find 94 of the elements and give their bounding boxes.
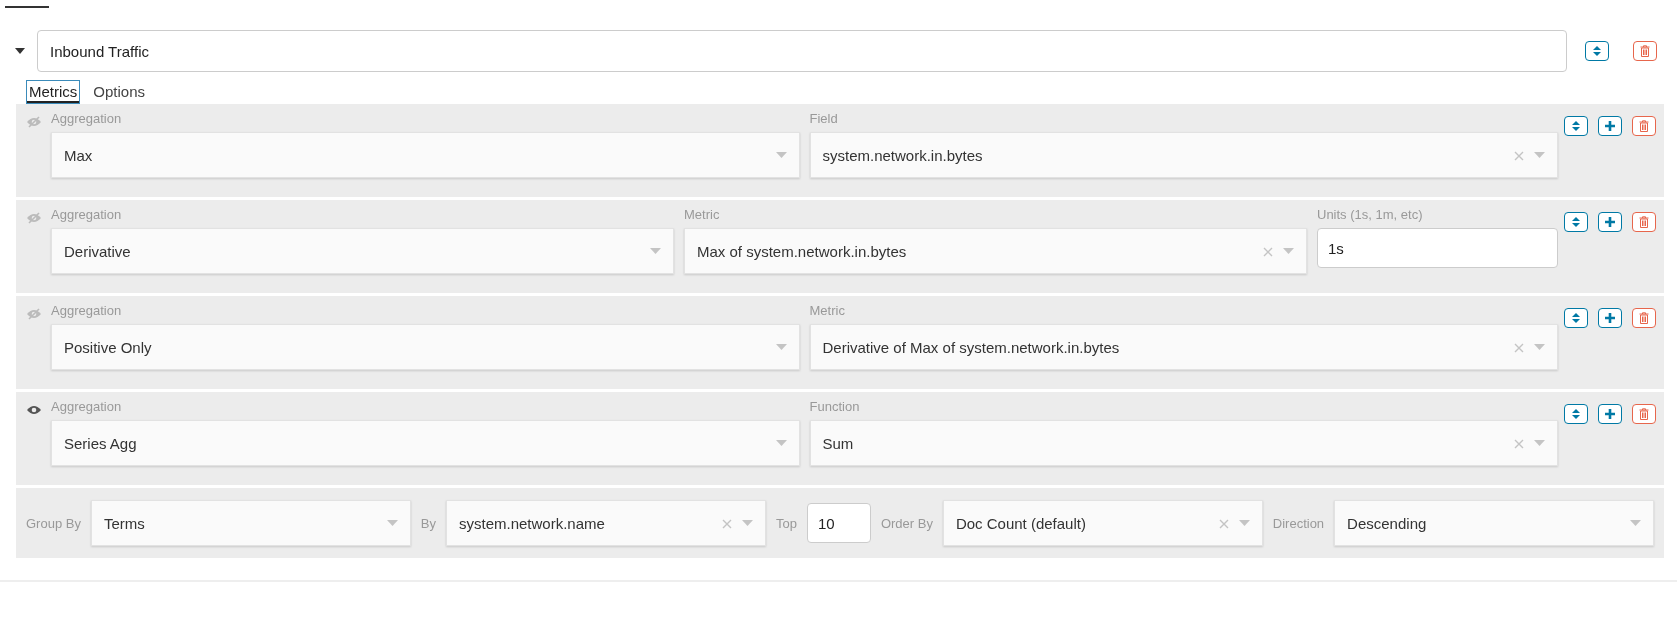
field-label: Aggregation xyxy=(51,208,123,224)
text-input[interactable]: 10 xyxy=(806,503,871,543)
plus-icon xyxy=(1604,120,1616,132)
caret-down-icon[interactable] xyxy=(650,248,661,254)
select-field[interactable]: Positive Only xyxy=(51,324,800,370)
clear-icon[interactable] xyxy=(1263,247,1273,257)
clear-icon[interactable] xyxy=(1218,519,1229,529)
caret-down-icon[interactable] xyxy=(1283,248,1294,254)
add-button[interactable] xyxy=(1598,308,1622,328)
collapse-caret-icon[interactable] xyxy=(15,48,25,54)
field-label: Function xyxy=(809,400,861,416)
delete-button[interactable] xyxy=(1632,116,1656,136)
clear-icon[interactable] xyxy=(1514,151,1524,161)
select-value: Series Agg xyxy=(64,434,138,452)
select-value: Derivative xyxy=(64,242,132,260)
caret-down-icon[interactable] xyxy=(1534,440,1545,446)
reorder-button[interactable] xyxy=(1585,41,1609,61)
trash-icon xyxy=(1640,45,1650,57)
add-button[interactable] xyxy=(1598,116,1622,136)
eye-slash-icon[interactable] xyxy=(26,116,42,128)
select-field[interactable]: Derivative xyxy=(51,228,674,274)
reorder-button[interactable] xyxy=(1564,308,1588,328)
select-field[interactable]: Descending xyxy=(1334,500,1654,546)
caret-down-icon[interactable] xyxy=(1534,344,1545,350)
delete-button[interactable] xyxy=(1632,308,1656,328)
text-input[interactable]: 1s xyxy=(1317,228,1558,268)
field-label: Aggregation xyxy=(51,304,123,320)
clear-icon[interactable] xyxy=(721,519,732,529)
tab[interactable]: Options xyxy=(90,80,149,104)
add-button[interactable] xyxy=(1598,404,1622,424)
field-label: Metric xyxy=(684,208,721,224)
sort-icon xyxy=(1571,120,1581,132)
delete-button[interactable] xyxy=(1633,41,1657,61)
select-field[interactable]: Doc Count (default) xyxy=(942,500,1263,546)
select-field[interactable]: Series Agg xyxy=(51,420,800,466)
reorder-button[interactable] xyxy=(1564,404,1588,424)
select-field[interactable]: Max of system.network.in.bytes xyxy=(684,228,1307,274)
caret-down-icon[interactable] xyxy=(775,440,787,446)
select-field[interactable]: system.network.name xyxy=(446,500,766,546)
select-value: Positive Only xyxy=(64,338,153,356)
tab[interactable]: Metrics xyxy=(26,80,81,104)
plus-icon xyxy=(1604,312,1616,324)
reorder-button[interactable] xyxy=(1564,116,1588,136)
trash-icon xyxy=(1639,216,1649,228)
select-value: Max xyxy=(64,146,94,164)
eye-icon[interactable] xyxy=(26,404,42,416)
field-label: Order By xyxy=(880,515,933,531)
field-label: Top xyxy=(775,515,797,531)
select-field[interactable]: system.network.in.bytes xyxy=(809,132,1558,178)
eye-slash-icon[interactable] xyxy=(26,212,42,224)
caret-down-icon[interactable] xyxy=(1534,152,1545,158)
caret-down-icon[interactable] xyxy=(775,344,787,350)
select-value: system.network.in.bytes xyxy=(822,146,984,164)
sort-icon xyxy=(1571,216,1581,228)
clear-icon[interactable] xyxy=(1514,439,1524,449)
select-value: system.network.name xyxy=(459,514,606,532)
trash-icon xyxy=(1639,120,1649,132)
field-label: Metric xyxy=(809,304,846,320)
series-label-input[interactable]: Inbound Traffic xyxy=(37,30,1567,72)
field-label: By xyxy=(420,515,436,531)
sort-icon xyxy=(1571,312,1581,324)
select-field[interactable]: Terms xyxy=(90,500,411,546)
caret-down-icon[interactable] xyxy=(1630,520,1641,526)
add-button[interactable] xyxy=(1598,212,1622,232)
field-label: Direction xyxy=(1272,515,1325,531)
plus-icon xyxy=(1604,408,1616,420)
delete-button[interactable] xyxy=(1632,404,1656,424)
trash-icon xyxy=(1639,408,1649,420)
plus-icon xyxy=(1604,216,1616,228)
field-label: Field xyxy=(809,112,839,128)
field-label: Aggregation xyxy=(51,400,123,416)
field-label: Aggregation xyxy=(51,112,123,128)
select-field[interactable]: Derivative of Max of system.network.in.bytes xyxy=(809,324,1558,370)
sort-icon xyxy=(1571,408,1581,420)
caret-down-icon[interactable] xyxy=(741,520,753,526)
select-value: Max of system.network.in.bytes xyxy=(697,242,908,260)
select-value: Derivative of Max of system.network.in.bytes xyxy=(822,338,1121,356)
select-value: Descending xyxy=(1347,514,1428,532)
caret-down-icon[interactable] xyxy=(775,152,787,158)
select-value: Terms xyxy=(103,514,146,532)
sort-icon xyxy=(1592,45,1602,57)
caret-down-icon[interactable] xyxy=(386,520,398,526)
reorder-button[interactable] xyxy=(1564,212,1588,232)
select-field[interactable]: Sum xyxy=(809,420,1558,466)
delete-button[interactable] xyxy=(1632,212,1656,232)
trash-icon xyxy=(1639,312,1649,324)
select-value: Sum xyxy=(822,434,855,452)
field-label: Units (1s, 1m, etc) xyxy=(1317,208,1424,224)
eye-slash-icon[interactable] xyxy=(26,308,42,320)
select-field[interactable]: Max xyxy=(51,132,800,178)
select-value: Doc Count (default) xyxy=(955,514,1087,532)
caret-down-icon[interactable] xyxy=(1238,520,1250,526)
field-label: Group By xyxy=(26,515,81,531)
clear-icon[interactable] xyxy=(1514,343,1524,353)
